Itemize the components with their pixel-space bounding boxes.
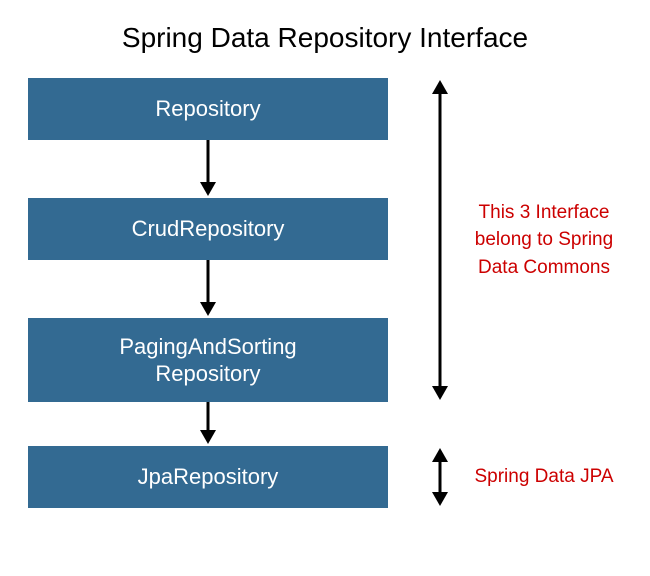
annotation-column: This 3 Interface belong to Spring Data C… [422, 78, 626, 508]
label-line: PagingAndSorting [119, 334, 296, 359]
hierarchy-column: Repository CrudRepository PagingAndSorti… [28, 78, 388, 508]
annotation-line: Data Commons [478, 257, 610, 278]
box-repository-label: Repository [155, 95, 260, 123]
box-crud-repository-label: CrudRepository [132, 215, 285, 243]
box-repository: Repository [28, 78, 388, 140]
box-paging-sorting-label: PagingAndSorting Repository [119, 333, 296, 388]
box-crud-repository: CrudRepository [28, 198, 388, 260]
arrow-down-icon [198, 260, 218, 318]
double-arrow-vertical-icon [429, 446, 451, 508]
arrow-connector [198, 402, 218, 446]
annotation-line: This 3 Interface [479, 202, 610, 223]
arrow-connector [198, 140, 218, 198]
diagram-content: Repository CrudRepository PagingAndSorti… [0, 78, 650, 508]
annotation-commons: This 3 Interface belong to Spring Data C… [469, 199, 619, 282]
box-paging-sorting-repository: PagingAndSorting Repository [28, 318, 388, 402]
double-arrow-vertical-icon [429, 78, 451, 402]
arrow-down-icon [198, 140, 218, 198]
diagram-title: Spring Data Repository Interface [0, 0, 650, 54]
annotation-jpa: Spring Data JPA [469, 463, 619, 491]
bracket-jpa: Spring Data JPA [429, 446, 619, 508]
label-line: Repository [155, 361, 260, 386]
box-jpa-repository-label: JpaRepository [138, 463, 279, 491]
annotation-line: belong to Spring [475, 229, 613, 250]
arrow-connector [198, 260, 218, 318]
arrow-down-icon [198, 402, 218, 446]
bracket-commons: This 3 Interface belong to Spring Data C… [429, 78, 619, 402]
box-jpa-repository: JpaRepository [28, 446, 388, 508]
